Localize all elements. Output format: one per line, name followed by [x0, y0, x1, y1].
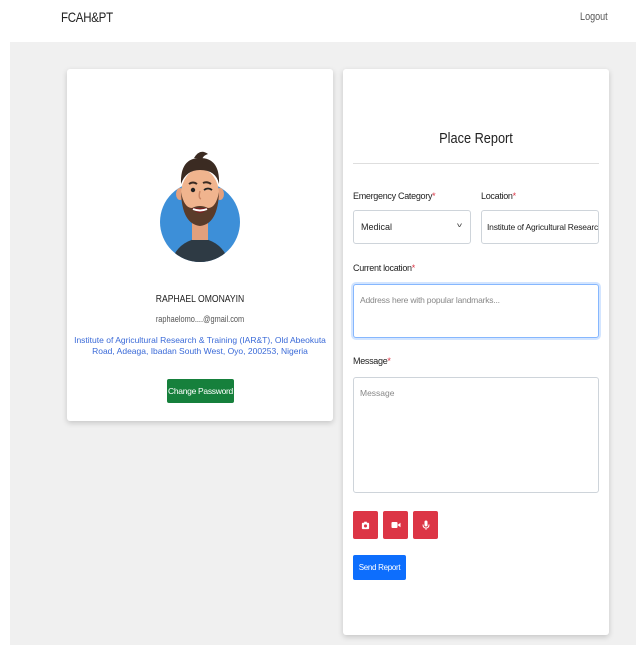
divider	[353, 163, 599, 164]
profile-name: RAPHAEL OMONAYIN	[155, 293, 245, 305]
message-label: Message*	[353, 356, 391, 366]
report-form-card: Place Report Emergency Category* Medical…	[343, 69, 609, 635]
profile-card: RAPHAEL OMONAYIN raphaelomo....@gmail.co…	[67, 69, 333, 421]
emergency-category-select[interactable]: Medical v	[353, 210, 471, 244]
location-label: Location*	[481, 191, 516, 201]
brand-logo[interactable]: FCAH&PT	[61, 9, 113, 25]
video-button[interactable]	[383, 511, 408, 539]
microphone-button[interactable]	[413, 511, 438, 539]
change-password-button[interactable]: Change Password	[167, 379, 234, 403]
profile-email: raphaelomo....@gmail.com	[155, 314, 245, 324]
report-title: Place Report	[439, 130, 513, 147]
chevron-down-icon: v	[457, 222, 462, 229]
microphone-icon	[422, 520, 429, 530]
selected-category: Medical	[361, 222, 393, 232]
emergency-category-label: Emergency Category*	[353, 191, 436, 201]
avatar	[160, 151, 240, 262]
camera-icon	[361, 521, 370, 529]
current-location-textarea[interactable]: Address here with popular landmarks...	[353, 284, 599, 338]
send-report-button[interactable]: Send Report	[353, 555, 406, 580]
message-textarea[interactable]: Message	[353, 377, 599, 493]
current-location-label: Current location*	[353, 263, 415, 273]
camera-button[interactable]	[353, 511, 378, 539]
main-content: RAPHAEL OMONAYIN raphaelomo....@gmail.co…	[10, 42, 636, 645]
video-icon	[391, 522, 400, 528]
logout-link[interactable]: Logout	[580, 11, 608, 23]
top-navbar: FCAH&PT Logout	[0, 0, 636, 42]
profile-address: Institute of Agricultural Research & Tra…	[74, 335, 326, 356]
location-input[interactable]: Institute of Agricultural Research & T	[481, 210, 599, 244]
